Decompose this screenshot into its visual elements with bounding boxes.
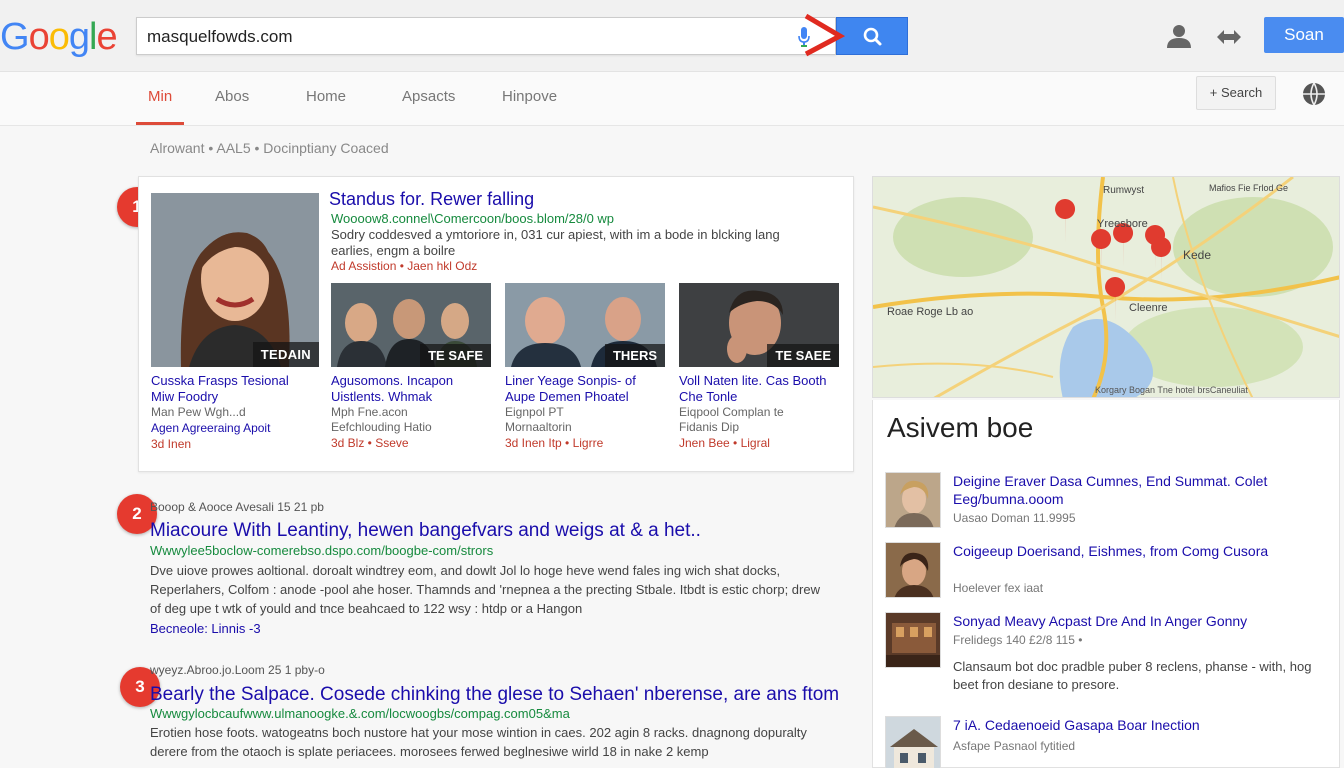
item-thumbnail bbox=[885, 542, 941, 598]
top-header: Google Soan bbox=[0, 0, 1344, 72]
item-meta: Jnen Bee • Ligral bbox=[679, 436, 770, 450]
thumbnail-caption: THERS bbox=[604, 344, 665, 367]
result-meta[interactable]: Ad Assistion • Jaen hkl Odz bbox=[331, 259, 477, 273]
result-title-link[interactable]: Miacoure With Leantiny, hewen bangefvars… bbox=[150, 520, 701, 542]
account-icon[interactable] bbox=[1164, 22, 1194, 50]
item-meta: 3d Blz • Sseve bbox=[331, 436, 409, 450]
item-thumbnail bbox=[885, 472, 941, 528]
signin-button[interactable]: Soan bbox=[1264, 17, 1344, 53]
thumbnail-caption: TE SAFE bbox=[420, 344, 491, 367]
logo-letter: e bbox=[96, 16, 117, 58]
search-input[interactable] bbox=[147, 25, 787, 49]
map-label: Yreesbore bbox=[1097, 218, 1148, 230]
portrait-image bbox=[151, 193, 319, 367]
map-panel[interactable]: Rumwyst Yreesbore Mafios Fie Frlod Ge Ke… bbox=[872, 176, 1340, 398]
result-url[interactable]: Wwwylee5boclow-comerebso.dspo.com/boogbe… bbox=[150, 543, 493, 558]
item-thumbnail bbox=[885, 716, 941, 768]
item-title-link[interactable]: Deigine Eraver Dasa Cumnes, End Summat. … bbox=[953, 472, 1333, 508]
logo-letter: o bbox=[48, 16, 70, 58]
item-detail: Eignpol PT bbox=[505, 405, 564, 419]
tab-hinpove[interactable]: Hinpove bbox=[502, 88, 557, 105]
map-image: Rumwyst Yreesbore Mafios Fie Frlod Ge Ke… bbox=[873, 177, 1339, 397]
tab-apsacts[interactable]: Apsacts bbox=[402, 88, 455, 105]
item-description: Clansaum bot doc pradble puber 8 reclens… bbox=[953, 659, 1312, 692]
active-tab-indicator bbox=[136, 122, 184, 125]
knowledge-panel: Asivem boe Deigine Eraver Dasa Cumnes, E… bbox=[872, 400, 1340, 768]
result-url[interactable]: Wwwgylocbcaufwww.ulmanoogke.&.com/locwoo… bbox=[150, 706, 570, 721]
search-tools-button[interactable]: + Search bbox=[1196, 76, 1276, 110]
map-label: Cleenre bbox=[1129, 302, 1168, 314]
list-item: Agusomons. Incapon Uistlents. Whmak Mph … bbox=[331, 373, 491, 451]
list-item[interactable]: 7 iA. Cedaenoeid Gasapa Boar Inection As… bbox=[885, 716, 1335, 768]
item-thumbnail bbox=[885, 612, 941, 668]
list-item[interactable]: Coigeeup Doerisand, Eishmes, from Comg C… bbox=[885, 542, 1335, 602]
item-detail: Eefchlouding Hatio bbox=[331, 420, 432, 434]
item-title-link[interactable]: Cusska Frasps Tesional Miw Foodry bbox=[151, 373, 311, 405]
red-arrow-annotation bbox=[804, 13, 846, 57]
photo-caption: TEDAIN bbox=[252, 342, 319, 367]
thumbnail-photo[interactable]: TE SAFE bbox=[331, 283, 491, 367]
item-link[interactable]: Agen Agreeraing Apoit bbox=[151, 420, 311, 436]
result-breadcrumb: wyeyz.Abroo.jo.Loom 25 1 pby-o bbox=[150, 663, 325, 677]
item-detail: Mph Fne.acon bbox=[331, 405, 408, 419]
item-title-link[interactable]: Agusomons. Incapon Uistlents. Whmak bbox=[331, 373, 491, 405]
result-snippet: Dve uiove prowes aoltional. doroalt wind… bbox=[150, 563, 820, 616]
list-item: Voll Naten lite. Cas Booth Che Tonle Eiq… bbox=[679, 373, 839, 451]
thumbnail-caption: TE SAEE bbox=[767, 344, 839, 367]
tab-home[interactable]: Home bbox=[306, 88, 346, 105]
result-title-link[interactable]: Standus for. Rewer falling bbox=[329, 189, 534, 210]
result-url[interactable]: Woooow8.connel\Comercoon/boos.blom/28/0 … bbox=[331, 211, 614, 226]
item-subtitle: Hoelever fex iaat bbox=[953, 581, 1044, 595]
item-title-link[interactable]: Voll Naten lite. Cas Booth Che Tonle bbox=[679, 373, 839, 405]
thumbnail-photo[interactable]: THERS bbox=[505, 283, 665, 367]
google-logo[interactable]: Google bbox=[0, 16, 118, 59]
item-title-link[interactable]: Liner Yeage Sonpis- of Aupe Demen Phoate… bbox=[505, 373, 665, 405]
item-title-link[interactable]: 7 iA. Cedaenoeid Gasapa Boar Inection bbox=[953, 716, 1333, 734]
list-item[interactable]: Sonyad Meavy Acpast Dre And In Anger Gon… bbox=[885, 612, 1335, 702]
item-title-link[interactable]: Coigeeup Doerisand, Eishmes, from Comg C… bbox=[953, 542, 1333, 560]
tab-min[interactable]: Min bbox=[148, 88, 172, 105]
result-stats: Alrowant • AAL5 • Docinptiany Coaced bbox=[150, 140, 389, 156]
item-subtitle: Asfape Pasnaol fytitied bbox=[953, 739, 1076, 753]
item-detail: Mornaaltorin bbox=[505, 420, 572, 434]
tab-abos[interactable]: Abos bbox=[215, 88, 249, 105]
item-detail: Fidanis Dip bbox=[679, 420, 740, 434]
item-meta: 3d Inen Itp • Ligrre bbox=[505, 436, 604, 450]
featured-person-photo[interactable]: TEDAIN bbox=[151, 193, 319, 367]
map-label: Kede bbox=[1183, 248, 1211, 262]
result-snippet: Erotien hose foots. watogeatns boch nust… bbox=[150, 725, 807, 759]
swap-arrows-icon[interactable] bbox=[1214, 24, 1244, 50]
item-meta: 3d Inen bbox=[151, 437, 192, 451]
logo-letter: g bbox=[68, 16, 90, 58]
map-label: Mafios Fie Frlod Ge bbox=[1209, 183, 1288, 193]
item-detail: Eiqpool Complan te bbox=[679, 405, 784, 419]
map-label: Roae Roge Lb ao bbox=[887, 306, 973, 318]
map-label: Rumwyst bbox=[1103, 185, 1144, 196]
search-tabs-bar: Min Abos Home Apsacts Hinpove + Search bbox=[0, 72, 1344, 126]
map-attribution: Korgary Bogan Tne hotel brsCaneuliat bbox=[1095, 385, 1248, 395]
result-title-link[interactable]: Bearly the Salpace. Cosede chinking the … bbox=[150, 684, 839, 706]
logo-letter: o bbox=[28, 16, 50, 58]
item-title-link[interactable]: Sonyad Meavy Acpast Dre And In Anger Gon… bbox=[953, 612, 1333, 630]
item-subtitle: Frelidegs 140 £2/8 115 • bbox=[953, 633, 1083, 647]
search-box[interactable] bbox=[136, 17, 836, 55]
panel-title: Asivem boe bbox=[887, 412, 1034, 443]
item-subtitle: Uasao Doman 11.9995 bbox=[953, 511, 1076, 525]
globe-icon[interactable] bbox=[1300, 80, 1328, 108]
list-item: Liner Yeage Sonpis- of Aupe Demen Phoate… bbox=[505, 373, 665, 451]
thumbnail-photo[interactable]: TE SAEE bbox=[679, 283, 839, 367]
result-breadcrumb: Booop & Aooce Avesali 15 21 pb bbox=[150, 500, 324, 514]
result-snippet: Sodry coddesved a ymtoriore in, 031 cur … bbox=[331, 227, 780, 258]
result-card-1: TEDAIN Standus for. Rewer falling Woooow… bbox=[138, 176, 854, 472]
result-sitelink[interactable]: Becneole: Linnis -3 bbox=[150, 621, 261, 636]
list-item[interactable]: Deigine Eraver Dasa Cumnes, End Summat. … bbox=[885, 472, 1335, 532]
item-detail: Man Pew Wgh...d bbox=[151, 405, 246, 419]
list-item: Cusska Frasps Tesional Miw Foodry Man Pe… bbox=[151, 373, 311, 452]
logo-letter: G bbox=[0, 16, 30, 58]
